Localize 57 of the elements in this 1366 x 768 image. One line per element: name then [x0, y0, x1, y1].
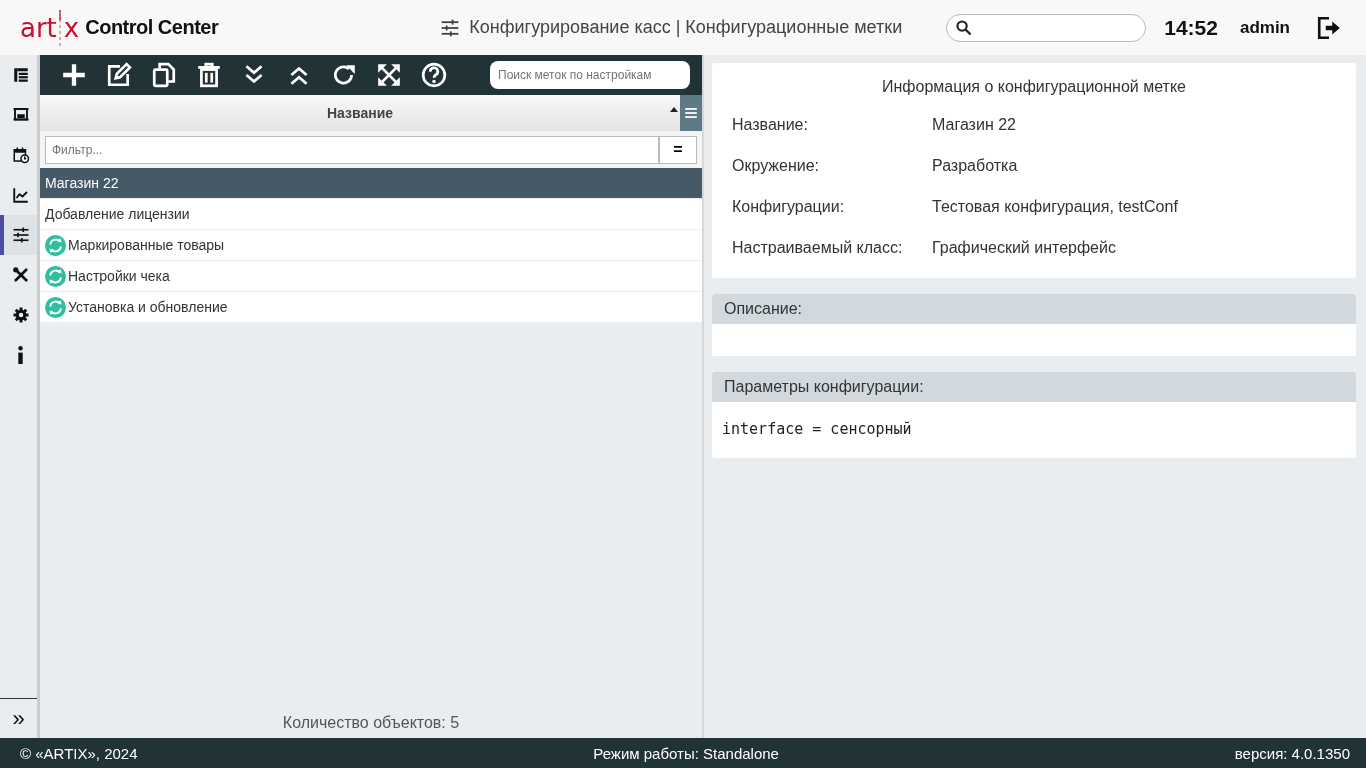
- edit-icon: [106, 62, 132, 88]
- help-icon: [421, 62, 447, 88]
- calendar-icon: [11, 146, 30, 164]
- page-title: Конфигурирование касс | Конфигурационные метки: [469, 17, 903, 38]
- section-title: Описание:: [712, 294, 1356, 324]
- card-title: Информация о конфигурационной метке: [881, 77, 1187, 97]
- version-text: версия: 4.0.1350: [1234, 744, 1350, 762]
- field-label: Название:: [732, 115, 809, 135]
- row-label: Настройки чека: [68, 268, 170, 284]
- fullscreen-icon: [376, 62, 402, 88]
- field-value: Тестовая конфигурация, testConf: [932, 197, 1179, 217]
- row-label: Установка и обновление: [68, 299, 228, 315]
- logo: art x: [20, 9, 80, 46]
- settings-icon: [11, 306, 30, 324]
- table-row[interactable]: Настройки чека: [40, 261, 702, 292]
- sidebar-item[interactable]: [0, 215, 37, 255]
- section-title: Параметры конфигурации:: [712, 372, 1356, 402]
- field-value: Графический интерфейс: [932, 238, 1117, 258]
- column-menu-button[interactable]: [680, 95, 702, 131]
- sliders-icon: [440, 17, 461, 38]
- clock-time: 14:52: [1164, 15, 1218, 40]
- filter-field[interactable]: Фильтр...: [45, 136, 659, 164]
- table-row[interactable]: Маркированные товары: [40, 230, 702, 261]
- parameters-text: interface = сенсорный: [721, 419, 913, 440]
- table-row[interactable]: Магазин 22: [40, 168, 702, 199]
- logout-icon[interactable]: [1316, 14, 1342, 41]
- sync-icon: [45, 265, 66, 287]
- menu-icon: [684, 106, 698, 120]
- field-label: Окружение:: [732, 156, 821, 176]
- field-value: Магазин 22: [932, 115, 1017, 135]
- table-row[interactable]: Установка и обновление: [40, 292, 702, 323]
- search-field[interactable]: [946, 13, 1147, 42]
- field-value: Разработка: [932, 156, 1019, 176]
- mode-text: Режим работы: Standalone: [593, 744, 779, 762]
- tree-icon: [11, 66, 30, 84]
- sort-icon: [670, 107, 678, 112]
- delete-icon: [196, 62, 222, 88]
- sync-icon: [45, 296, 66, 318]
- row-label: Магазин 22: [45, 175, 119, 191]
- row-label: Добавление лицензии: [45, 206, 190, 222]
- search-icon: [955, 19, 973, 36]
- row-label: Маркированные товары: [68, 237, 225, 253]
- object-count: Количество объектов: 5: [281, 713, 461, 733]
- filter-mode-button[interactable]: =: [659, 136, 697, 164]
- info-icon: [18, 346, 23, 364]
- add-icon: [61, 62, 87, 88]
- app-name: Control Center: [85, 16, 219, 39]
- copy-icon: [151, 62, 177, 88]
- user-name[interactable]: admin: [1239, 17, 1290, 38]
- field-label: Настраиваемый класс:: [732, 238, 904, 258]
- copyright-text: © «ARTIX», 2024: [20, 744, 138, 762]
- field-label: Конфигурации:: [732, 197, 846, 217]
- table-row[interactable]: Добавление лицензии: [40, 199, 702, 230]
- sliders-icon: [11, 226, 30, 244]
- chart-icon: [11, 186, 30, 204]
- sync-icon: [45, 234, 66, 256]
- search-field[interactable]: Поиск меток по настройкам: [490, 61, 690, 89]
